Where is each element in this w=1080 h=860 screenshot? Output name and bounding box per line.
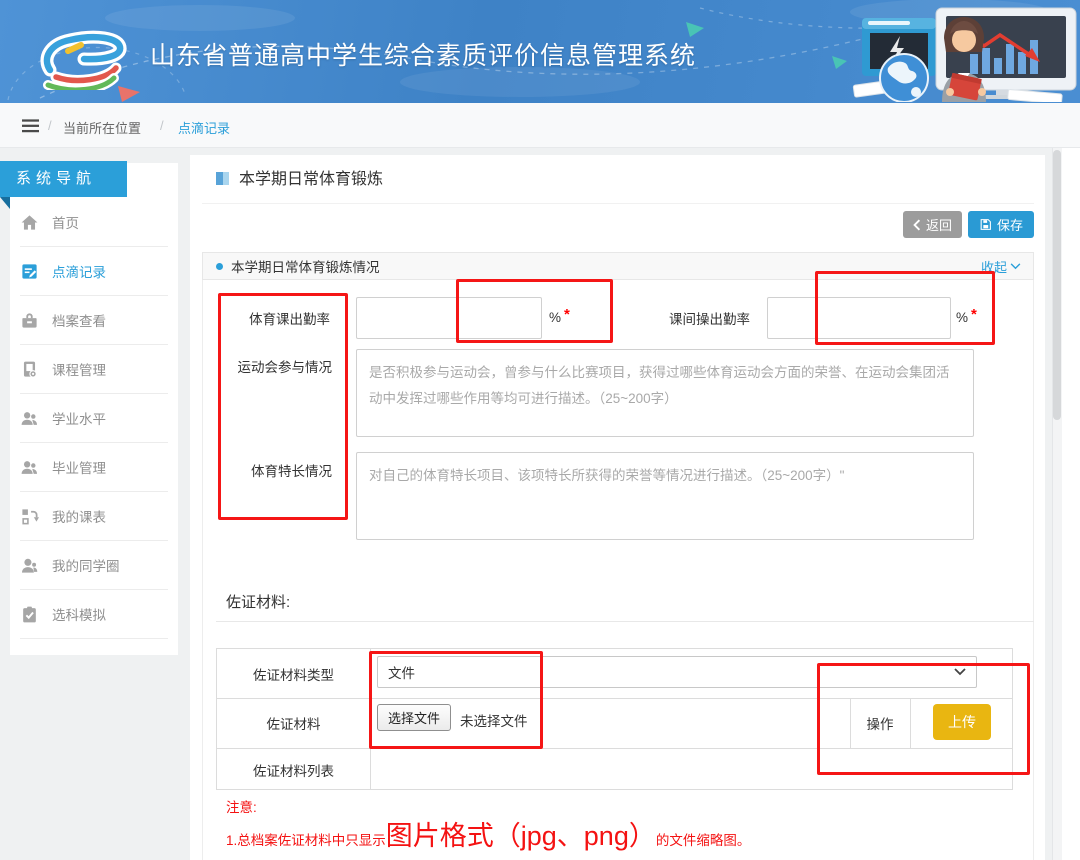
save-icon [979, 218, 992, 231]
materials-section-title: 佐证材料: [226, 591, 290, 612]
scrollbar-thumb[interactable] [1053, 150, 1061, 420]
chevron-down-icon [954, 668, 966, 676]
sidebar-item-timetable[interactable]: 我的课表 [20, 492, 168, 541]
sidebar-title: 系统导航 [0, 161, 127, 197]
top-banner: 山东省普通高中学生综合素质评价信息管理系统 [0, 0, 1080, 103]
ribbon-fold [0, 197, 10, 209]
percent-sign: % [956, 310, 968, 325]
pe-attendance-input[interactable] [356, 297, 542, 339]
title-divider [202, 203, 1034, 204]
section-title: 本学期日常体育锻炼情况 [231, 256, 380, 276]
note-line-1: 1.总档案佐证材料中只显示图片格式（jpg、png）的文件缩略图。 [226, 814, 750, 853]
app-logo-icon [36, 20, 136, 90]
specialty-textarea[interactable] [356, 452, 974, 540]
classmates-icon [20, 556, 39, 575]
app-window: 山东省普通高中学生综合素质评价信息管理系统 [0, 0, 1080, 860]
subject-icon [20, 605, 39, 624]
sidebar-item-classmates[interactable]: 我的同学圈 [20, 541, 168, 590]
home-icon [20, 213, 39, 232]
action-column-label: 操作 [850, 698, 910, 748]
breadcrumb-separator: / [48, 118, 52, 133]
course-icon [20, 360, 39, 379]
section-header: 本学期日常体育锻炼情况 收起 [202, 252, 1034, 280]
materials-divider [216, 621, 1034, 622]
system-title: 山东省普通高中学生综合素质评价信息管理系统 [150, 36, 696, 72]
sidebar-item-records[interactable]: 点滴记录 [20, 247, 168, 296]
sidebar-item-home[interactable]: 首页 [20, 198, 168, 247]
material-label: 佐证材料 [217, 698, 370, 748]
breadcrumb-location-label: 当前所在位置 [63, 118, 141, 137]
collapse-toggle[interactable]: 收起 [981, 257, 1021, 276]
page-title-icon [216, 172, 229, 185]
graduation-icon [20, 458, 39, 477]
record-icon [20, 262, 39, 281]
menu-icon[interactable] [22, 119, 39, 133]
material-type-label: 佐证材料类型 [217, 649, 370, 698]
sidebar-item-courses[interactable]: 课程管理 [20, 345, 168, 394]
page-margin [1062, 148, 1080, 860]
sidebar-item-subject-simulation[interactable]: 选科模拟 [20, 590, 168, 639]
chevron-left-icon [913, 219, 921, 231]
archive-icon [20, 311, 39, 330]
header-illustration [848, 2, 1080, 102]
page-title: 本学期日常体育锻炼 [239, 165, 383, 189]
bullet-icon [216, 263, 223, 270]
exercise-attendance-input[interactable] [767, 297, 951, 339]
choose-file-button[interactable]: 选择文件 [377, 704, 451, 731]
upload-button[interactable]: 上传 [933, 704, 991, 740]
sports-meeting-label: 运动会参与情况 [218, 356, 332, 376]
sidebar-item-graduation[interactable]: 毕业管理 [20, 443, 168, 492]
breadcrumb-current-link[interactable]: 点滴记录 [178, 118, 230, 137]
required-asterisk: * [564, 306, 570, 323]
pe-attendance-label: 体育课出勤率 [218, 308, 330, 328]
save-button[interactable]: 保存 [968, 211, 1034, 238]
material-list-label: 佐证材料列表 [217, 748, 370, 791]
breadcrumb-separator: / [160, 118, 164, 133]
specialty-label: 体育特长情况 [218, 460, 332, 480]
breadcrumb: / 当前所在位置 / 点滴记录 [0, 103, 1080, 148]
chevron-down-icon [1010, 263, 1021, 270]
no-file-text: 未选择文件 [460, 710, 528, 730]
sidebar-item-academic[interactable]: 学业水平 [20, 394, 168, 443]
back-button[interactable]: 返回 [903, 211, 962, 238]
academic-icon [20, 409, 39, 428]
required-asterisk: * [971, 306, 977, 323]
sidebar-item-archive[interactable]: 档案查看 [20, 296, 168, 345]
exercise-attendance-label: 课间操出勤率 [640, 308, 750, 328]
timetable-icon [20, 507, 39, 526]
note-title: 注意: [226, 796, 257, 816]
sports-meeting-textarea[interactable] [356, 349, 974, 437]
percent-sign: % [549, 310, 561, 325]
material-type-select[interactable]: 文件 [377, 656, 977, 688]
